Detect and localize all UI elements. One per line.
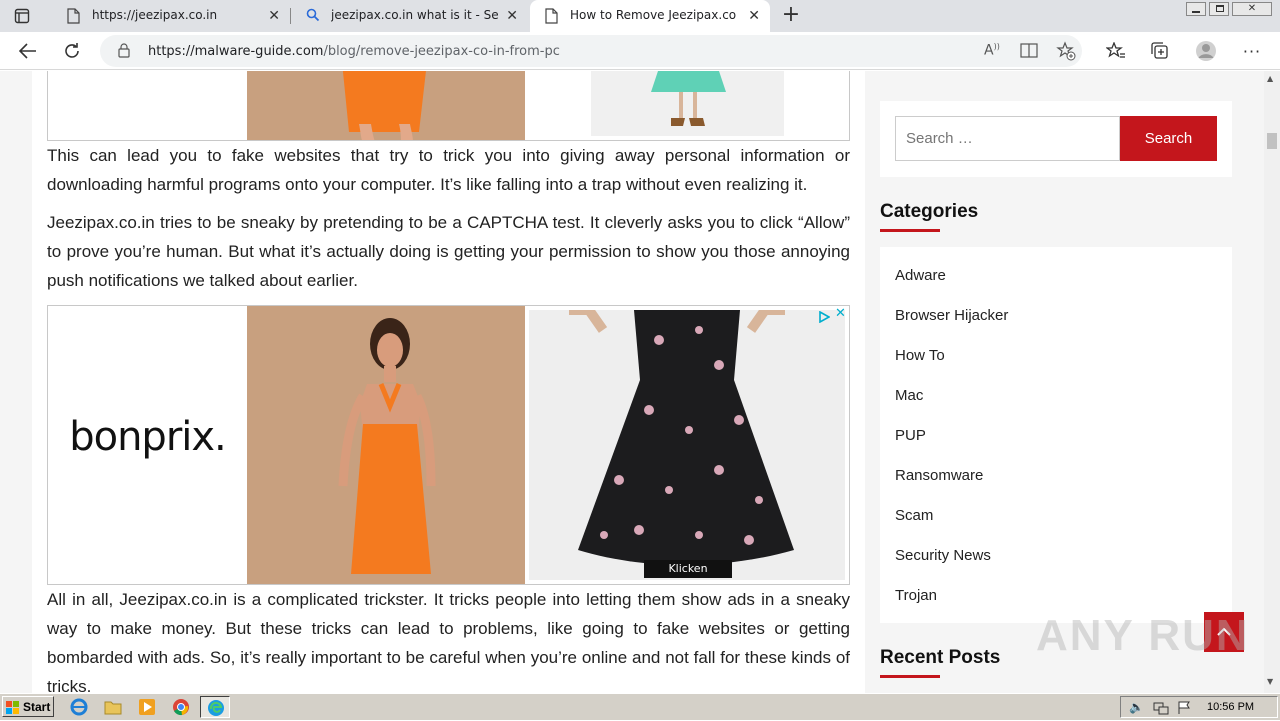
scroll-thumb[interactable]: [1267, 133, 1277, 149]
media-player-icon[interactable]: [138, 698, 156, 716]
favorites-icon[interactable]: [1104, 39, 1128, 63]
scroll-down-arrow[interactable]: ▼: [1267, 677, 1273, 686]
search-button[interactable]: Search: [1120, 116, 1217, 161]
tab-title: jeezipax.co.in what is it - Search: [331, 8, 499, 22]
network-icon[interactable]: [1153, 700, 1169, 719]
refresh-icon[interactable]: [60, 39, 84, 63]
page-scrollbar[interactable]: ▲ ▼: [1264, 71, 1280, 693]
edge-icon: [207, 699, 225, 721]
category-link[interactable]: Scam: [895, 507, 933, 524]
ad-brand-logo[interactable]: bonprix.: [48, 414, 247, 460]
new-tab-button[interactable]: +: [780, 2, 802, 28]
ad-model-image-2: [529, 306, 845, 580]
category-link[interactable]: Browser Hijacker: [895, 307, 1008, 324]
folder-icon[interactable]: [104, 698, 122, 716]
category-link[interactable]: Ransomware: [895, 467, 983, 484]
ad-model-image-2: [591, 71, 784, 136]
ad-cta-button[interactable]: Klicken: [644, 560, 732, 578]
chrome-icon[interactable]: [172, 698, 190, 716]
article-paragraph: This can lead you to fake websites that …: [47, 146, 850, 194]
windows-taskbar: Start 🔈 10:56 PM: [0, 693, 1280, 720]
close-window-button[interactable]: ✕: [1232, 2, 1272, 16]
adchoices-icon[interactable]: [818, 308, 831, 324]
back-arrow-icon[interactable]: [16, 39, 40, 63]
url-path: /blog/remove-jeezipax-co-in-from-pc: [323, 44, 560, 59]
ad-banner[interactable]: bonprix. ✕ Klicken: [47, 305, 850, 585]
clock[interactable]: 10:56 PM: [1207, 701, 1254, 713]
tab-strip: https://jeezipax.co.in ✕ jeezipax.co.in …: [0, 0, 1280, 32]
tab-title: How to Remove Jeezipax.co.in f: [570, 8, 736, 22]
system-tray: 🔈 10:56 PM: [1120, 696, 1278, 718]
maximize-button[interactable]: [1209, 2, 1229, 16]
read-aloud-icon[interactable]: A)): [984, 42, 1000, 59]
heading-underline: [880, 229, 940, 232]
profile-avatar-icon[interactable]: [1194, 39, 1218, 63]
ie-icon[interactable]: [70, 698, 88, 716]
page-icon: [544, 8, 558, 27]
article-paragraph: Jeezipax.co.in tries to be sneaky by pre…: [47, 213, 850, 290]
url-text: https://malware-guide.com/blog/remove-je…: [148, 44, 560, 59]
start-label: Start: [23, 699, 51, 714]
immersive-reader-icon[interactable]: [1020, 43, 1038, 63]
volume-icon[interactable]: 🔈: [1129, 700, 1144, 714]
ad-model-image: [247, 71, 525, 140]
category-link[interactable]: Adware: [895, 267, 946, 284]
ad-banner-top[interactable]: [47, 71, 850, 141]
collections-icon[interactable]: [1148, 39, 1172, 63]
tab-title: https://jeezipax.co.in: [92, 8, 218, 22]
page-icon: [66, 8, 80, 27]
tab-search[interactable]: jeezipax.co.in what is it - Search ✕: [292, 0, 528, 32]
category-link[interactable]: Security News: [895, 547, 991, 564]
search-input[interactable]: [895, 116, 1120, 161]
tab-jeezipax[interactable]: https://jeezipax.co.in ✕: [52, 0, 290, 32]
tab-actions-icon[interactable]: [14, 8, 30, 24]
browser-toolbar: https://malware-guide.com/blog/remove-je…: [0, 32, 1280, 70]
recent-posts-heading: Recent Posts: [880, 647, 1001, 668]
categories-heading: Categories: [880, 201, 979, 222]
watermark: ANY RUN: [1036, 611, 1250, 660]
article-column: This can lead you to fake websites that …: [32, 71, 865, 693]
url-domain: https://malware-guide.com: [148, 44, 324, 59]
close-icon[interactable]: ✕: [506, 8, 518, 24]
tab-separator: [290, 8, 291, 24]
more-options-icon[interactable]: ···: [1240, 39, 1264, 63]
search-icon: [306, 8, 320, 25]
category-link[interactable]: How To: [895, 347, 945, 364]
edge-taskbar-button[interactable]: [200, 696, 230, 718]
ad-model-image: [247, 306, 525, 584]
category-link[interactable]: PUP: [895, 427, 926, 444]
minimize-button[interactable]: [1186, 2, 1206, 16]
categories-list: Adware Browser Hijacker How To Mac PUP R…: [880, 247, 1232, 623]
article-paragraph: All in all, Jeezipax.co.in is a complica…: [47, 590, 850, 693]
windows-logo-icon: [6, 700, 20, 714]
sidebar-search-widget: Search: [880, 101, 1232, 177]
start-button[interactable]: Start: [2, 696, 54, 717]
category-link[interactable]: Mac: [895, 387, 923, 404]
address-bar[interactable]: https://malware-guide.com/blog/remove-je…: [100, 35, 1082, 67]
heading-underline: [880, 675, 940, 678]
add-favorite-icon[interactable]: [1056, 41, 1076, 65]
close-icon[interactable]: ✕: [268, 8, 280, 24]
close-icon[interactable]: ✕: [748, 8, 760, 24]
lock-icon[interactable]: [118, 43, 130, 62]
close-icon[interactable]: ✕: [835, 306, 846, 321]
tab-active-article[interactable]: How to Remove Jeezipax.co.in f ✕: [530, 0, 770, 32]
flag-icon[interactable]: [1177, 700, 1191, 719]
category-link[interactable]: Trojan: [895, 587, 937, 604]
page-content: This can lead you to fake websites that …: [0, 71, 1264, 693]
scroll-up-arrow[interactable]: ▲: [1267, 74, 1273, 83]
